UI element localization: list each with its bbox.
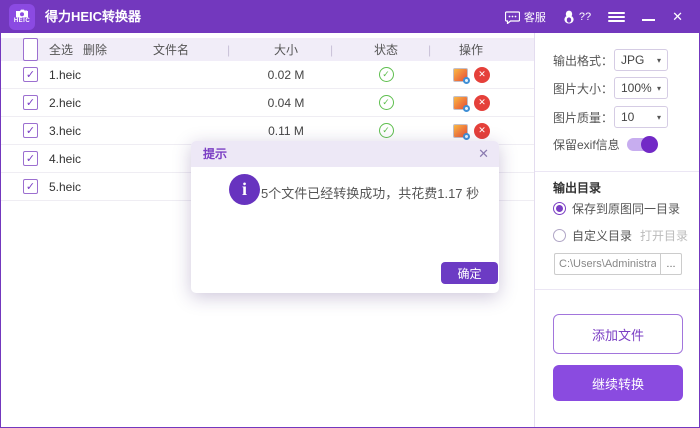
file-size: 0.04 M <box>267 95 305 110</box>
row-checkbox[interactable]: ✓ <box>23 151 38 166</box>
image-size-value: 100% <box>621 81 652 95</box>
col-size: 大小 <box>273 43 298 57</box>
table-row: ✓ 1.heic 0.02 M ✓ ✕ <box>1 61 534 89</box>
row-checkbox[interactable]: ✓ <box>23 179 38 194</box>
qq-penguin-icon <box>564 10 574 24</box>
output-format-label: 输出格式： <box>553 53 614 68</box>
select-all-label[interactable]: 全选 <box>49 38 73 61</box>
actions-cell: ✕ <box>453 61 490 88</box>
titlebar: HEIC 得力HEIC转换器 客服 ?? ✕ <box>1 1 699 33</box>
image-quality-value: 10 <box>621 110 635 124</box>
column-separator: | <box>227 42 231 57</box>
remove-file-icon[interactable]: ✕ <box>474 66 490 83</box>
radio-unselected-icon <box>553 229 566 242</box>
success-icon: ✓ <box>378 95 394 110</box>
image-size-label: 图片大小： <box>553 81 614 96</box>
output-format-row: 输出格式： JPG ▾ <box>553 49 668 71</box>
preview-image-icon[interactable] <box>453 123 470 140</box>
app-title: 得力HEIC转换器 <box>45 9 142 24</box>
customer-service-button[interactable]: 客服 <box>504 9 546 25</box>
qq-contact-button[interactable]: ?? <box>563 10 591 24</box>
table-row: ✓ 2.heic 0.04 M ✓ ✕ <box>1 89 534 117</box>
exif-row: 保留exif信息 <box>553 136 658 153</box>
actions-cell: ✕ <box>453 89 490 116</box>
output-format-select[interactable]: JPG ▾ <box>614 49 668 71</box>
col-actions: 操作 <box>458 43 483 57</box>
success-icon: ✓ <box>378 123 394 138</box>
table-header: 全选 删除 文件名 | 大小 | 状态 | 操作 <box>1 38 534 61</box>
remove-file-icon[interactable]: ✕ <box>474 122 490 139</box>
file-name: 2.heic <box>49 95 82 110</box>
file-size: 0.11 M <box>268 123 304 138</box>
select-all-checkbox[interactable] <box>23 38 38 61</box>
output-path-input[interactable] <box>554 253 660 275</box>
radio-same-dir[interactable]: 保存到原图同一目录 <box>553 200 680 217</box>
exif-toggle[interactable] <box>626 136 658 153</box>
dialog-message: 5个文件已经转换成功，共花费1.17 秒 <box>261 186 480 201</box>
titlebar-controls: 客服 ?? ✕ <box>504 1 699 33</box>
file-name: 1.heic <box>49 67 82 82</box>
col-status: 状态 <box>373 43 398 57</box>
toggle-knob <box>640 136 658 153</box>
browse-button[interactable]: ... <box>660 253 682 275</box>
image-size-row: 图片大小： 100% ▾ <box>553 77 668 99</box>
minimize-icon[interactable] <box>642 19 656 21</box>
success-icon: ✓ <box>378 67 394 82</box>
ok-button[interactable]: 确定 <box>441 262 498 284</box>
status-cell: ✓ <box>356 117 416 144</box>
result-dialog: 提示 ✕ i 5个文件已经转换成功，共花费1.17 秒 确定 <box>191 141 499 293</box>
exif-label: 保留exif信息 <box>553 138 620 152</box>
image-size-select[interactable]: 100% ▾ <box>614 77 668 99</box>
sidebar-divider <box>535 289 699 290</box>
image-quality-row: 图片质量： 10 ▾ <box>553 106 668 128</box>
chevron-down-icon: ▾ <box>656 83 661 93</box>
row-checkbox[interactable]: ✓ <box>23 95 38 110</box>
remove-file-icon[interactable]: ✕ <box>474 94 490 111</box>
add-files-button[interactable]: 添加文件 <box>553 314 683 354</box>
image-quality-label: 图片质量： <box>553 110 614 125</box>
image-quality-select[interactable]: 10 ▾ <box>614 106 668 128</box>
preview-image-icon[interactable] <box>453 95 470 112</box>
logo-label: HEIC <box>13 18 31 24</box>
output-path-row: ... <box>554 253 682 275</box>
col-filename: 文件名 <box>152 43 189 57</box>
app-window: HEIC 得力HEIC转换器 客服 ?? ✕ 全选 删除 文件名 | 大小 | … <box>0 0 700 428</box>
continue-convert-button[interactable]: 继续转换 <box>553 365 683 401</box>
column-separator: | <box>330 42 334 57</box>
close-icon[interactable]: ✕ <box>672 1 683 33</box>
radio-custom-dir-label: 自定义目录 <box>572 229 633 243</box>
actions-cell: ✕ <box>453 117 490 144</box>
sidebar-divider <box>535 171 699 172</box>
radio-custom-dir[interactable]: 自定义目录 打开目录 <box>553 227 688 244</box>
delete-label[interactable]: 删除 <box>83 38 107 61</box>
row-checkbox[interactable]: ✓ <box>23 67 38 82</box>
file-name: 4.heic <box>49 151 82 166</box>
file-size: 0.02 M <box>267 67 305 82</box>
customer-service-label: 客服 <box>523 12 546 24</box>
radio-selected-icon <box>553 202 566 215</box>
status-cell: ✓ <box>356 61 416 88</box>
output-format-value: JPG <box>621 53 645 67</box>
dialog-header: 提示 ✕ <box>191 141 499 167</box>
preview-image-icon[interactable] <box>453 67 470 84</box>
status-cell: ✓ <box>356 89 416 116</box>
row-checkbox[interactable]: ✓ <box>23 123 38 138</box>
column-separator: | <box>428 42 432 57</box>
app-logo: HEIC <box>9 4 35 30</box>
info-icon: i <box>229 174 260 205</box>
open-dir-link[interactable]: 打开目录 <box>640 227 688 244</box>
dialog-title: 提示 <box>203 147 228 161</box>
chevron-down-icon: ▾ <box>656 112 661 122</box>
file-name: 5.heic <box>49 179 82 194</box>
output-dir-title: 输出目录 <box>553 181 602 195</box>
dialog-close-icon[interactable]: ✕ <box>478 141 489 167</box>
chevron-down-icon: ▾ <box>656 55 661 65</box>
settings-sidebar: 输出格式： JPG ▾ 图片大小： 100% ▾ 图片质量： 10 ▾ 保留ex… <box>534 33 699 427</box>
file-name: 3.heic <box>49 123 82 138</box>
menu-icon[interactable] <box>608 12 626 22</box>
qq-contact-label: ?? <box>578 11 592 23</box>
camera-icon <box>16 9 28 18</box>
chat-bubble-icon <box>504 10 520 24</box>
radio-same-dir-label: 保存到原图同一目录 <box>572 202 681 216</box>
